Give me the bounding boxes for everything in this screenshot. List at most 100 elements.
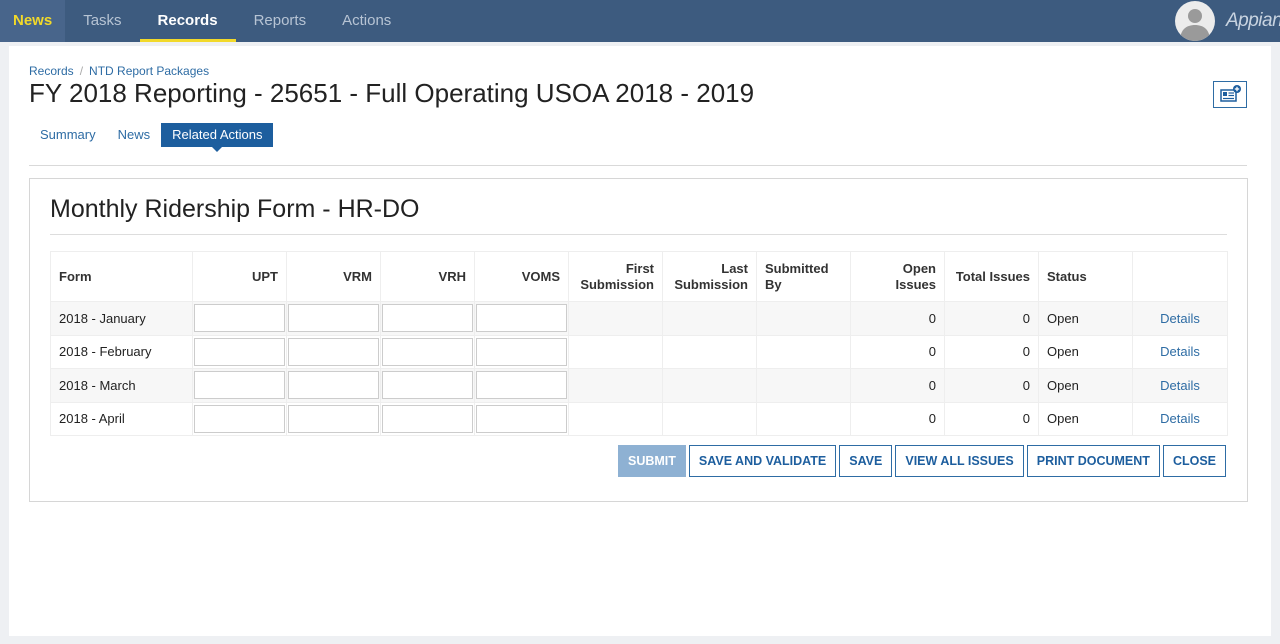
upt-cell — [192, 401, 287, 436]
form-period: 2018 - February — [50, 334, 193, 369]
tab-summary[interactable]: Summary — [29, 123, 107, 147]
main-nav: News Tasks Records Reports Actions — [0, 0, 409, 42]
open-issues: 0 — [850, 334, 945, 369]
open-issues: 0 — [850, 401, 945, 436]
column-header-first-submission[interactable]: First Submission — [568, 251, 663, 302]
nav-records[interactable]: Records — [139, 0, 236, 42]
voms-cell — [474, 368, 569, 403]
vrm-input[interactable] — [288, 337, 379, 366]
status: Open — [1038, 334, 1133, 369]
details-link[interactable]: Details — [1132, 368, 1228, 403]
form-period: 2018 - March — [50, 368, 193, 403]
total-issues: 0 — [944, 368, 1039, 403]
breadcrumb: Records / NTD Report Packages — [29, 64, 209, 78]
record-page: Records / NTD Report Packages FY 2018 Repo… — [9, 46, 1271, 636]
ridership-grid: Form UPT VRM VRH VOMS First Submission L… — [50, 251, 1228, 436]
voms-cell — [474, 401, 569, 436]
vrh-input[interactable] — [382, 404, 473, 433]
upt-input[interactable] — [194, 404, 285, 433]
column-header-status[interactable]: Status — [1038, 251, 1133, 302]
breadcrumb-records[interactable]: Records — [29, 64, 74, 78]
column-header-form[interactable]: Form — [50, 251, 193, 302]
total-issues: 0 — [944, 334, 1039, 369]
form-card: Monthly Ridership Form - HR-DO Form UPT … — [29, 178, 1248, 502]
submit-button[interactable]: SUBMIT — [618, 445, 686, 477]
save-and-validate-button[interactable]: SAVE AND VALIDATE — [688, 445, 837, 477]
last-submission — [662, 334, 757, 369]
tab-related-actions[interactable]: Related Actions — [161, 123, 274, 152]
voms-input[interactable] — [476, 371, 567, 400]
details-link[interactable]: Details — [1132, 401, 1228, 436]
status: Open — [1038, 301, 1133, 336]
page-title: FY 2018 Reporting - 25651 - Full Operati… — [29, 78, 755, 108]
upt-input[interactable] — [194, 337, 285, 366]
tab-news[interactable]: News — [107, 123, 162, 147]
record-tabs: Summary News Related Actions — [29, 123, 274, 152]
submitted-by — [756, 301, 851, 336]
status: Open — [1038, 401, 1133, 436]
close-button[interactable]: CLOSE — [1162, 445, 1226, 477]
form-buttons: SUBMIT SAVE AND VALIDATE SAVE VIEW ALL I… — [618, 445, 1226, 477]
table-row: 2018 - February 0 0 Open Details — [50, 334, 1228, 369]
nav-reports[interactable]: Reports — [236, 0, 325, 42]
vrm-input[interactable] — [288, 304, 379, 333]
voms-input[interactable] — [476, 337, 567, 366]
upt-cell — [192, 368, 287, 403]
nav-tasks[interactable]: Tasks — [65, 0, 139, 42]
table-row: 2018 - April 0 0 Open Details — [50, 401, 1228, 436]
voms-input[interactable] — [476, 304, 567, 333]
vrm-cell — [286, 301, 381, 336]
submitted-by — [756, 368, 851, 403]
vrm-input[interactable] — [288, 371, 379, 400]
vrh-input[interactable] — [382, 304, 473, 333]
column-header-vrm[interactable]: VRM — [286, 251, 381, 302]
first-submission — [568, 301, 663, 336]
table-row: 2018 - January 0 0 Open Details — [50, 301, 1228, 336]
form-period: 2018 - January — [50, 301, 193, 336]
related-documents-button[interactable] — [1213, 81, 1247, 108]
breadcrumb-separator: / — [79, 64, 84, 78]
total-issues: 0 — [944, 301, 1039, 336]
open-issues: 0 — [850, 301, 945, 336]
total-issues: 0 — [944, 401, 1039, 436]
column-header-total-issues[interactable]: Total Issues — [944, 251, 1039, 302]
form-title-divider — [50, 234, 1227, 235]
vrh-cell — [380, 368, 475, 403]
view-all-issues-button[interactable]: VIEW ALL ISSUES — [895, 445, 1024, 477]
vrh-input[interactable] — [382, 371, 473, 400]
vrh-cell — [380, 334, 475, 369]
last-submission — [662, 401, 757, 436]
grid-header-row: Form UPT VRM VRH VOMS First Submission L… — [50, 251, 1228, 302]
vrh-cell — [380, 401, 475, 436]
nav-actions[interactable]: Actions — [324, 0, 409, 42]
column-header-actions — [1132, 251, 1228, 302]
save-button[interactable]: SAVE — [839, 445, 893, 477]
vrh-input[interactable] — [382, 337, 473, 366]
column-header-upt[interactable]: UPT — [192, 251, 287, 302]
vrm-cell — [286, 401, 381, 436]
details-link[interactable]: Details — [1132, 301, 1228, 336]
column-header-vrh[interactable]: VRH — [380, 251, 475, 302]
upt-input[interactable] — [194, 371, 285, 400]
last-submission — [662, 368, 757, 403]
vrm-input[interactable] — [288, 404, 379, 433]
voms-cell — [474, 334, 569, 369]
submitted-by — [756, 334, 851, 369]
appian-logo: Appian — [1226, 10, 1280, 31]
column-header-voms[interactable]: VOMS — [474, 251, 569, 302]
breadcrumb-ntd-report-packages[interactable]: NTD Report Packages — [89, 64, 209, 78]
column-header-submitted-by[interactable]: Submitted By — [756, 251, 851, 302]
voms-input[interactable] — [476, 404, 567, 433]
first-submission — [568, 401, 663, 436]
top-navigation-bar: News Tasks Records Reports Actions Appia… — [0, 0, 1280, 42]
user-avatar-icon[interactable] — [1175, 1, 1215, 41]
table-row: 2018 - March 0 0 Open Details — [50, 368, 1228, 403]
person-icon — [1180, 9, 1210, 41]
first-submission — [568, 368, 663, 403]
column-header-last-submission[interactable]: Last Submission — [662, 251, 757, 302]
details-link[interactable]: Details — [1132, 334, 1228, 369]
print-document-button[interactable]: PRINT DOCUMENT — [1026, 445, 1160, 477]
column-header-open-issues[interactable]: Open Issues — [850, 251, 945, 302]
nav-news[interactable]: News — [0, 0, 66, 42]
upt-input[interactable] — [194, 304, 285, 333]
